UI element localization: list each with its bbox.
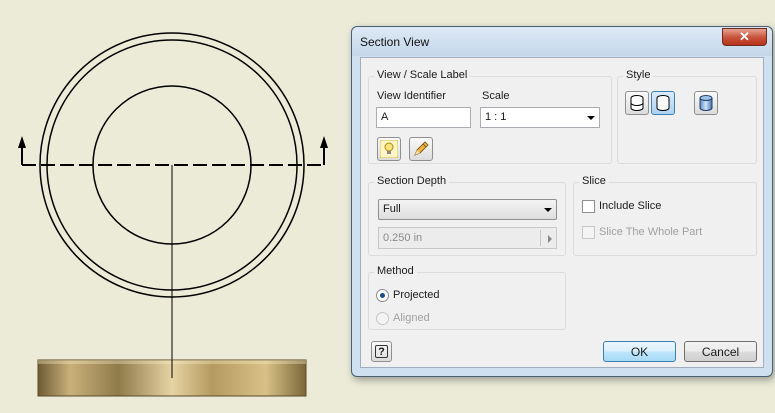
cylinder-outline-icon — [656, 95, 670, 111]
section-depth-distance-value: 0.250 in — [383, 232, 423, 244]
view-scale-group: View / Scale Label View Identifier A Sca… — [368, 69, 612, 164]
projected-radio[interactable] — [376, 289, 389, 302]
style-hidden-lines-button[interactable] — [625, 91, 649, 115]
close-button[interactable]: ✕ — [722, 28, 767, 46]
view-identifier-input[interactable]: A — [376, 107, 471, 128]
style-group: Style — [617, 69, 757, 164]
slice-whole-part-label: Slice The Whole Part — [599, 226, 703, 238]
chevron-down-icon — [587, 116, 595, 120]
style-legend: Style — [623, 69, 654, 81]
slice-group: Slice Include Slice Slice The Whole Part — [573, 175, 757, 256]
view-scale-legend: View / Scale Label — [374, 69, 471, 81]
chevron-right-icon — [548, 235, 552, 243]
aligned-label: Aligned — [393, 312, 430, 324]
dialog-title: Section View — [360, 35, 430, 49]
section-arrow-left-icon — [18, 136, 26, 148]
include-slice-checkbox[interactable] — [582, 200, 595, 213]
slice-whole-part-checkbox — [582, 226, 595, 239]
scale-value: 1 : 1 — [485, 111, 507, 123]
section-depth-value: Full — [383, 203, 401, 215]
style-shaded-button[interactable] — [694, 91, 718, 115]
ok-button[interactable]: OK — [603, 341, 676, 362]
projected-label[interactable]: Projected — [393, 289, 439, 301]
ok-label: OK — [630, 344, 649, 359]
view-identifier-value: A — [381, 111, 389, 123]
view-identifier-label: View Identifier — [377, 90, 446, 102]
scale-dropdown[interactable]: 1 : 1 — [480, 107, 600, 128]
chevron-down-icon — [544, 208, 552, 212]
section-depth-group: Section Depth Full 0.250 in — [368, 175, 566, 256]
section-depth-dropdown[interactable]: Full — [378, 199, 557, 220]
toggle-visibility-button[interactable] — [377, 137, 401, 161]
section-arrow-right-icon — [320, 136, 328, 148]
slice-legend: Slice — [579, 175, 609, 187]
section-preview — [37, 359, 307, 397]
cancel-label: Cancel — [701, 344, 740, 359]
include-slice-label[interactable]: Include Slice — [599, 200, 661, 212]
edit-label-button[interactable] — [409, 137, 433, 161]
cylinder-shaded-icon — [699, 95, 713, 111]
dialog-client-area: View / Scale Label View Identifier A Sca… — [360, 57, 764, 368]
help-button[interactable]: ? — [371, 341, 392, 362]
dialog-titlebar[interactable]: Section View ✕ — [352, 27, 772, 56]
style-hidden-lines-removed-button[interactable] — [651, 91, 675, 115]
help-icon: ? — [375, 345, 388, 358]
section-line[interactable] — [21, 143, 325, 166]
cancel-button[interactable]: Cancel — [684, 341, 757, 362]
section-depth-distance-input: 0.250 in — [378, 227, 557, 249]
section-depth-legend: Section Depth — [374, 175, 450, 187]
method-legend: Method — [374, 265, 417, 277]
close-icon: ✕ — [739, 29, 750, 44]
aligned-radio — [376, 312, 389, 325]
method-group: Method Projected Aligned — [368, 265, 566, 330]
cylinder-hidden-lines-icon — [630, 95, 644, 111]
pencil-icon — [414, 141, 429, 156]
lightbulb-icon — [380, 140, 398, 158]
section-view-dialog: Section View ✕ View / Scale Label View I… — [351, 26, 773, 377]
scale-label: Scale — [482, 90, 510, 102]
